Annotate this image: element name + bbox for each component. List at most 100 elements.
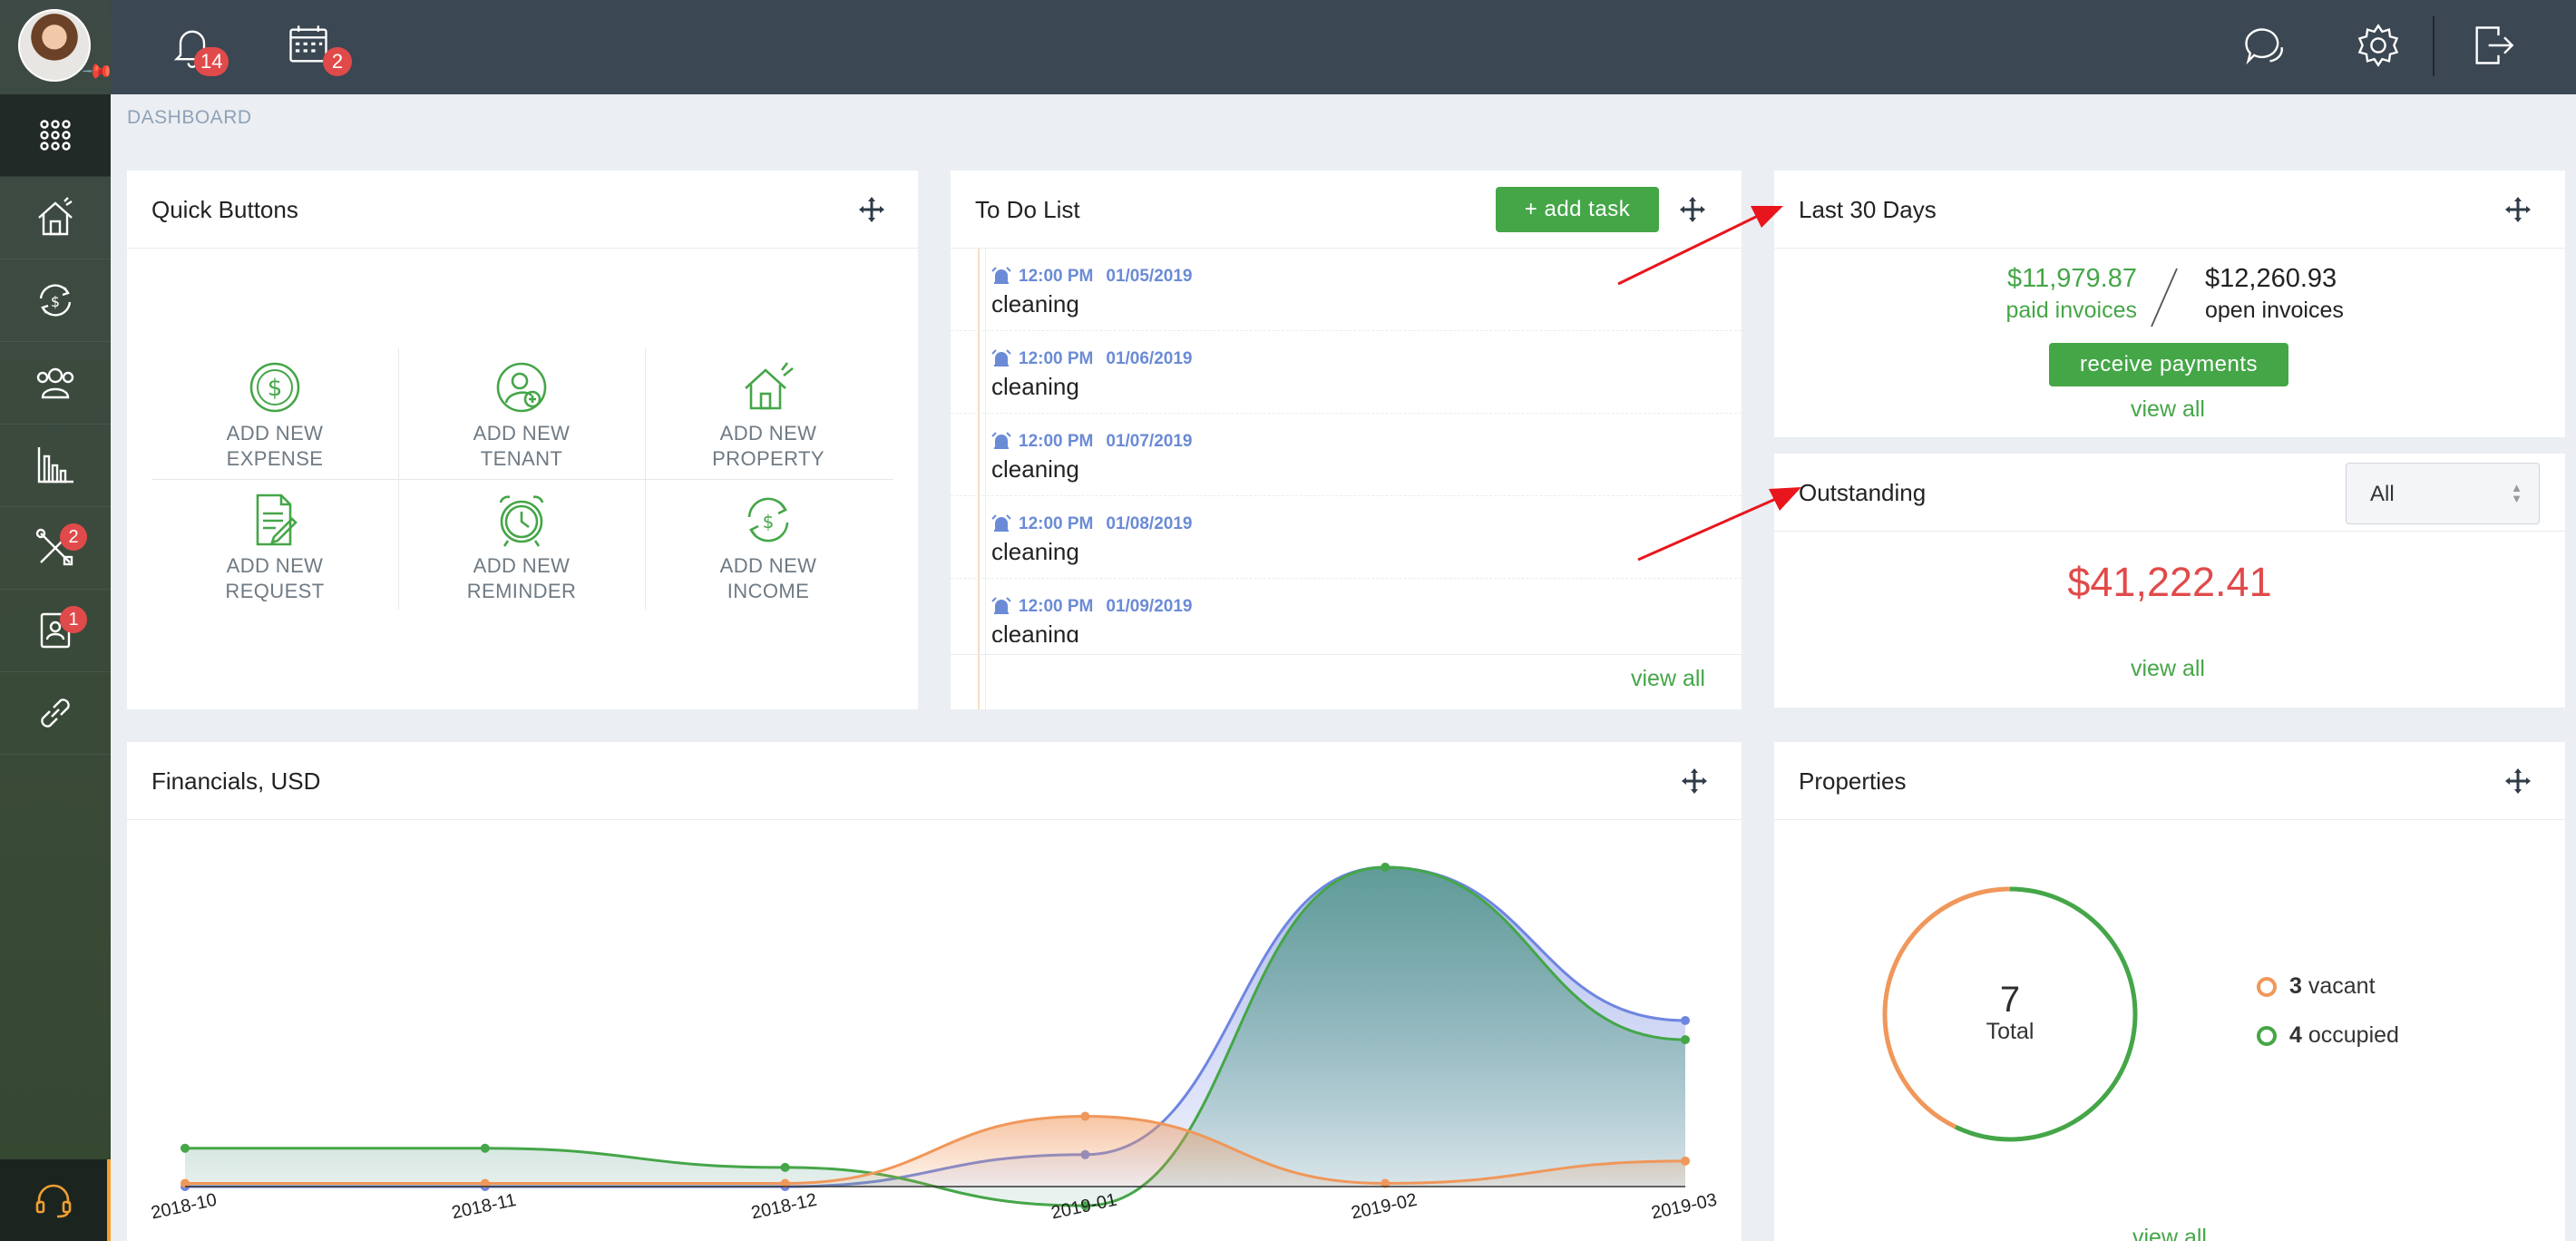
support-button[interactable] <box>0 1159 111 1241</box>
sidebar-item-maintenance[interactable]: 2 <box>0 507 111 590</box>
properties-view-all-link[interactable]: view all <box>2132 1225 2207 1241</box>
panel-header: Outstanding All ▲ ▼ <box>1774 454 2565 532</box>
add-tenant-button[interactable]: ADD NEW TENANT <box>398 359 645 491</box>
sidebar-item-transactions[interactable]: $ <box>0 259 111 342</box>
link-icon <box>41 699 70 728</box>
todo-list[interactable]: 12:00 PM 01/05/2019 cleaning 12:00 PM 01/0… <box>951 249 1742 642</box>
alarm-icon <box>991 349 1011 366</box>
data-point[interactable] <box>1080 1111 1090 1121</box>
receive-payments-button[interactable]: receive payments <box>2049 343 2288 386</box>
sidebar: 📌 $ 2 1 <box>0 0 115 1241</box>
data-point[interactable] <box>480 1143 490 1153</box>
outstanding-view-all-link[interactable]: view all <box>2131 656 2205 682</box>
vacant-label: vacant <box>2308 973 2376 999</box>
todo-text: cleaning <box>991 538 1079 565</box>
logout-button[interactable] <box>2467 20 2518 71</box>
x-tick-label: 2019-02 <box>1350 1190 1419 1224</box>
quick-buttons-panel: Quick Buttons $ ADD NEW EXPENSE ADD NEW … <box>127 171 918 709</box>
todo-date: 01/06/2019 <box>1106 349 1193 368</box>
add-reminder-button[interactable]: ADD NEW REMINDER <box>398 492 645 623</box>
last30-view-all-link[interactable]: view all <box>2131 396 2205 423</box>
data-point[interactable] <box>181 1143 190 1153</box>
add-user-icon <box>496 362 547 413</box>
add-request-button[interactable]: ADD NEW REQUEST <box>151 492 398 623</box>
users-icon <box>36 367 74 399</box>
outstanding-amount: $41,222.41 <box>2067 559 2272 605</box>
data-point[interactable] <box>1681 1015 1690 1025</box>
maintenance-badge: 2 <box>60 523 87 551</box>
todo-time: 12:00 PM <box>1019 267 1094 286</box>
outstanding-filter-select[interactable]: All ▲ ▼ <box>2346 463 2540 524</box>
todo-text: cleaning <box>991 373 1079 400</box>
legend-vacant[interactable]: 3 vacant <box>2257 973 2376 1000</box>
grid-icon <box>40 120 71 151</box>
messages-button[interactable] <box>2239 20 2289 71</box>
todo-time: 12:00 PM <box>1019 432 1094 451</box>
todo-meta: 12:00 PM 01/09/2019 <box>991 597 1192 617</box>
x-tick-label: 2018-11 <box>450 1190 518 1223</box>
todo-item[interactable]: 12:00 PM 01/09/2019 cleaning <box>951 579 1742 642</box>
todo-meta: 12:00 PM 01/06/2019 <box>991 349 1192 369</box>
financials-chart[interactable]: 2018-10 2018-11 2018-12 2019-01 2019-02 2019-… <box>127 820 1742 1241</box>
breadcrumb[interactable]: DASHBOARD <box>127 107 252 129</box>
properties-total-label: Total <box>1986 1019 2034 1044</box>
separator-slash <box>2151 268 2178 327</box>
quick-button-line2: TENANT <box>480 447 563 470</box>
legend-occupied[interactable]: 4 occupied <box>2257 1022 2399 1049</box>
panel-header: Properties <box>1774 742 2565 820</box>
sidebar-item-integrations[interactable] <box>0 672 111 755</box>
panel-title: To Do List <box>975 196 1080 223</box>
todo-item[interactable]: 12:00 PM 01/06/2019 cleaning <box>951 331 1742 414</box>
quick-button-line2: PROPERTY <box>712 447 825 470</box>
top-bar: 14 2 <box>111 0 2576 94</box>
bar-chart-icon <box>37 447 73 484</box>
quick-button-line2: REQUEST <box>225 580 325 602</box>
open-invoices-block: $12,260.93 open invoices <box>2205 264 2414 324</box>
alarm-clock-icon <box>499 495 544 547</box>
add-expense-button[interactable]: $ ADD NEW EXPENSE <box>151 359 398 491</box>
todo-meta: 12:00 PM 01/05/2019 <box>991 267 1192 287</box>
svg-text:$: $ <box>268 375 283 402</box>
annotation-arrow <box>1637 487 1801 562</box>
document-edit-icon <box>256 493 298 546</box>
sidebar-item-properties[interactable] <box>0 177 111 259</box>
panel-title: Financials, USD <box>151 767 321 795</box>
paid-invoices-amount: $11,979.87 <box>2007 264 2137 293</box>
todo-view-all-link[interactable]: view all <box>1631 666 1705 692</box>
todo-text: cleaning <box>991 290 1079 318</box>
alarm-icon <box>991 267 1011 284</box>
quick-button-line1: ADD NEW <box>473 422 571 445</box>
gear-icon <box>2357 24 2399 67</box>
quick-button-line2: REMINDER <box>466 580 577 602</box>
settings-button[interactable] <box>2353 20 2404 71</box>
move-icon[interactable] <box>1681 767 1708 795</box>
add-income-button[interactable]: $ ADD NEW INCOME <box>645 492 892 623</box>
house-icon <box>38 197 73 236</box>
data-point[interactable] <box>1681 1035 1690 1045</box>
sidebar-item-applicants[interactable]: 1 <box>0 590 111 672</box>
dollar-circle-icon: $ <box>249 362 300 413</box>
data-point[interactable] <box>1381 863 1390 872</box>
sidebar-item-dashboard[interactable] <box>0 94 111 177</box>
quick-button-line2: EXPENSE <box>226 447 324 470</box>
move-icon[interactable] <box>2504 196 2532 223</box>
add-property-button[interactable]: ADD NEW PROPERTY <box>645 359 892 491</box>
sidebar-item-reports[interactable] <box>0 425 111 507</box>
chat-icon <box>2245 28 2283 65</box>
open-invoices-amount: $12,260.93 <box>2205 264 2337 293</box>
financials-panel: Financials, USD 2018-10 2018-11 2018-12 201… <box>127 742 1742 1241</box>
properties-total: 7 <box>1999 980 2021 1020</box>
data-point[interactable] <box>1681 1156 1690 1166</box>
notifications-badge: 14 <box>194 47 229 76</box>
alarm-icon <box>991 514 1011 532</box>
move-icon[interactable] <box>858 196 885 223</box>
alarm-icon <box>991 432 1011 449</box>
vacant-swatch <box>2257 976 2277 997</box>
quick-button-line1: ADD NEW <box>719 422 817 445</box>
todo-time: 12:00 PM <box>1019 597 1094 616</box>
move-icon[interactable] <box>2504 767 2532 795</box>
quick-button-line1: ADD NEW <box>226 554 324 577</box>
data-point[interactable] <box>780 1162 790 1172</box>
panel-title: Properties <box>1799 767 1907 795</box>
sidebar-item-tenants[interactable] <box>0 342 111 425</box>
